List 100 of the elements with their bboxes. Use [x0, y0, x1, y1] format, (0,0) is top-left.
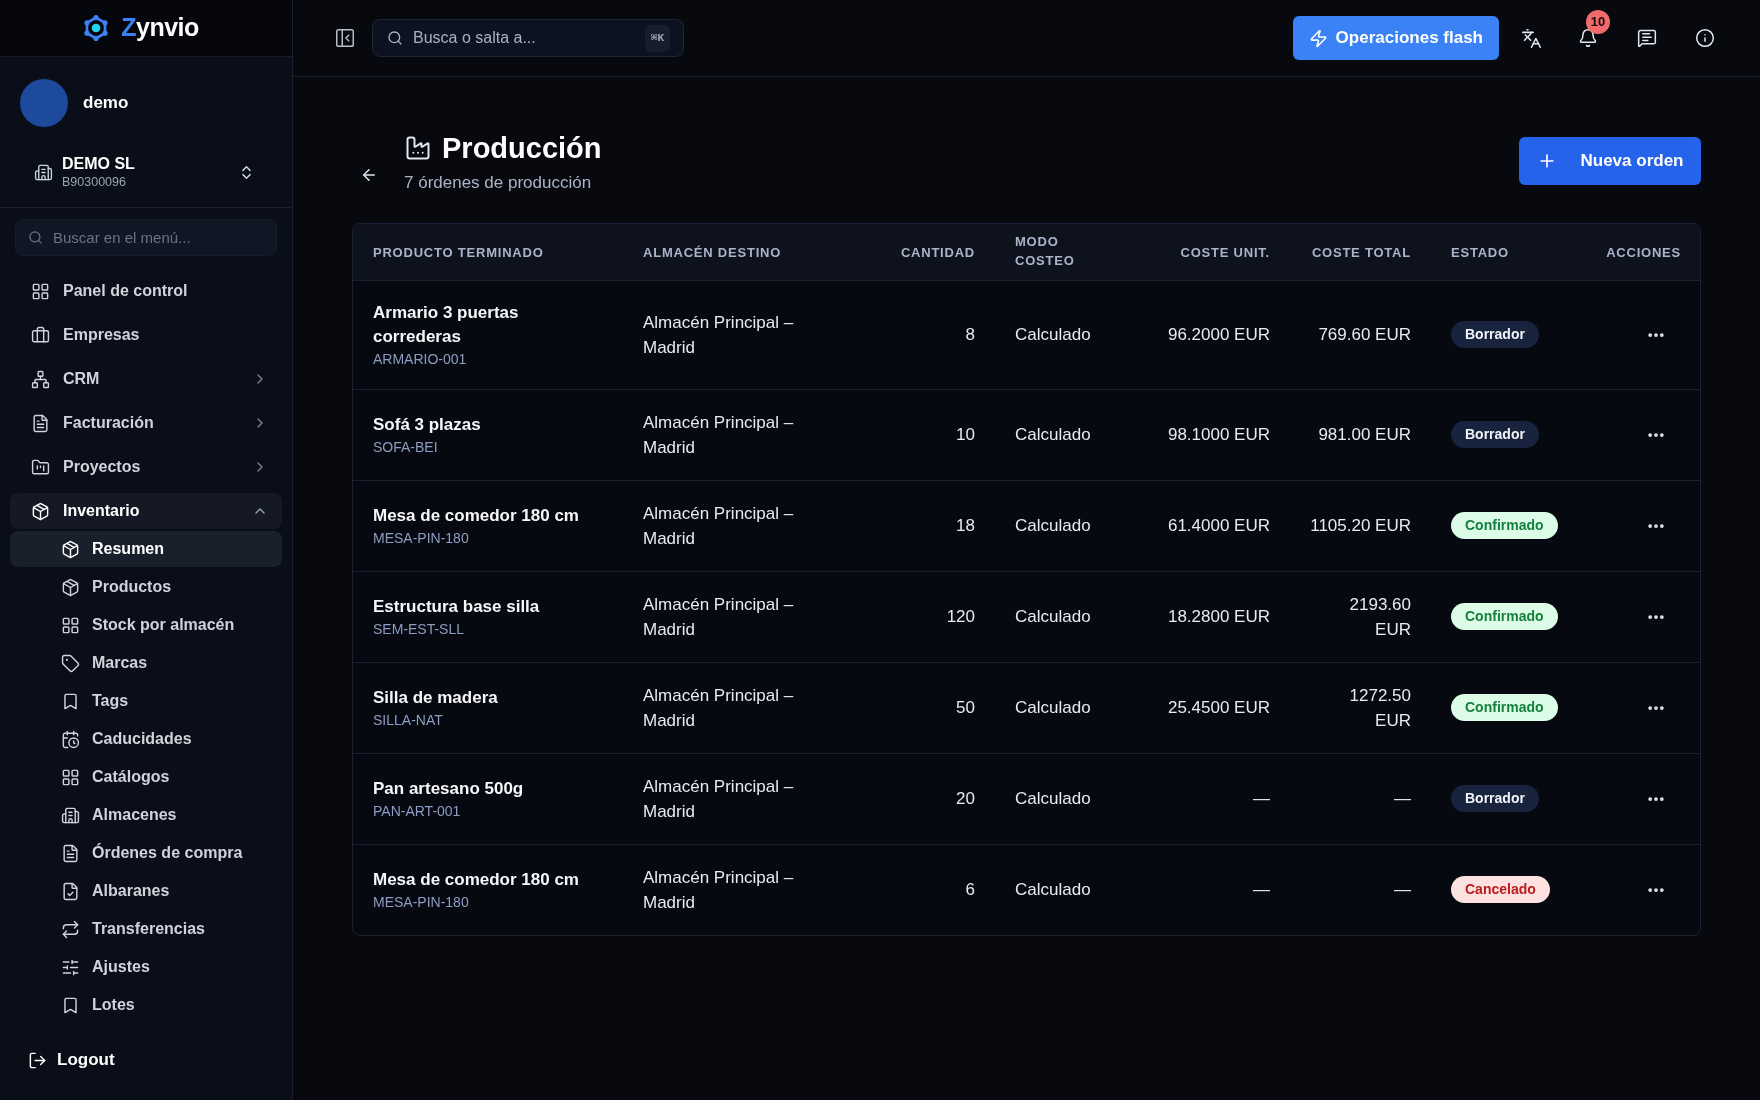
factory-icon — [404, 134, 432, 162]
table-cell: Calculado — [1015, 879, 1091, 899]
nav-item[interactable]: Inventario — [10, 493, 282, 529]
grid-icon — [61, 767, 80, 787]
table-cell: 981.00 EUR — [1318, 425, 1411, 444]
product-name: Pan artesano 500g — [373, 777, 525, 800]
product-name: Silla de madera — [373, 686, 499, 709]
column-header: COSTE UNIT. — [1180, 243, 1270, 262]
nav-item[interactable]: Lotes — [10, 987, 282, 1023]
table-cell-text: Almacén Principal – Madrid — [643, 593, 795, 641]
table-cell: Calculado — [1015, 515, 1091, 535]
table-cell: 8 — [965, 324, 975, 344]
product-sku: MESA-PIN-180 — [373, 892, 470, 912]
column-header: ALMACÉN DESTINO — [643, 243, 782, 262]
status-badge: Borrador — [1451, 785, 1539, 812]
nav-item[interactable]: Tags — [10, 683, 282, 719]
nav-item[interactable]: Stock por almacén — [10, 607, 282, 643]
nav-item[interactable]: Marcas — [10, 645, 282, 681]
product-name: Sofá 3 plazas — [373, 413, 482, 436]
bell-icon[interactable] — [1578, 28, 1598, 48]
building-icon — [61, 805, 80, 825]
nav-item[interactable]: Caducidades — [10, 721, 282, 757]
nav-item[interactable]: Transferencias — [10, 911, 282, 947]
table-cell: 18.2800 EUR — [1167, 607, 1270, 626]
info-icon[interactable] — [1695, 28, 1715, 48]
status-badge: Cancelado — [1451, 876, 1550, 903]
table-cell: 2193.60 EUR — [1349, 594, 1411, 639]
table-cell-text: Almacén Principal – Madrid — [643, 684, 795, 732]
status-badge: Confirmado — [1451, 694, 1558, 721]
calendar-clock-icon — [61, 729, 80, 749]
table-cell: 10 — [956, 424, 975, 444]
notification-badge: 10 — [1586, 10, 1610, 34]
table-cell: — — [1253, 789, 1270, 808]
grid-icon — [61, 615, 80, 635]
menu-search-field[interactable]: Buscar en el menú... — [15, 219, 277, 256]
product-sku: SEM-EST-SLL — [373, 619, 466, 639]
table-cell: 1105.20 EUR — [1310, 516, 1411, 535]
table-cell-text: Almacén Principal – Madrid — [643, 411, 795, 459]
package-icon — [61, 539, 80, 559]
column-header: MODO COSTEO — [1015, 232, 1076, 270]
flash-operations-button[interactable]: Operaciones flash — [1292, 16, 1499, 60]
search-icon — [28, 230, 43, 245]
nav-item[interactable]: Facturación — [10, 405, 282, 441]
nav-item[interactable]: Empresas — [10, 317, 282, 353]
table-cell-text: Almacén Principal – Madrid — [643, 502, 795, 550]
nav-item[interactable]: Almacenes — [10, 797, 282, 833]
product-sku: ARMARIO-001 — [373, 349, 468, 369]
sliders-icon — [61, 957, 80, 977]
column-header: ESTADO — [1451, 243, 1509, 262]
nav-item[interactable]: Órdenes de compra — [10, 835, 282, 871]
column-header: COSTE TOTAL — [1311, 243, 1411, 262]
nav-item[interactable]: CRM — [10, 361, 282, 397]
building-icon — [34, 162, 53, 182]
status-badge: Borrador — [1451, 321, 1539, 348]
page-subtitle: 7 órdenes de producción — [404, 172, 593, 194]
product-name: Estructura base silla — [373, 595, 541, 618]
status-badge: Confirmado — [1451, 603, 1558, 630]
table-cell: Calculado — [1015, 424, 1091, 444]
logout-icon — [28, 1050, 47, 1070]
new-order-button[interactable]: Nueva orden — [1519, 137, 1701, 185]
package-icon — [31, 501, 50, 521]
package-icon — [61, 577, 80, 597]
status-badge: Borrador — [1451, 421, 1539, 448]
table-cell: 120 — [946, 606, 975, 626]
column-header: PRODUCTO TERMINADO — [373, 243, 544, 262]
company-tax-id: B90300096 — [62, 174, 127, 190]
table-cell: 61.4000 EUR — [1167, 516, 1270, 535]
table-cell: Calculado — [1015, 606, 1091, 626]
user-name: demo — [83, 92, 129, 115]
table-cell-text: Almacén Principal – Madrid — [643, 866, 795, 914]
shortcut-key: ⌘K — [644, 25, 670, 52]
nav-item[interactable]: Catálogos — [10, 759, 282, 795]
nav-item[interactable]: Ajustes — [10, 949, 282, 985]
document-icon — [61, 843, 80, 863]
sidebar-toggle-icon[interactable] — [334, 27, 356, 49]
nav-item[interactable]: Albaranes — [10, 873, 282, 909]
message-icon[interactable] — [1637, 28, 1657, 48]
table-cell: Calculado — [1015, 788, 1091, 808]
arrows-icon — [61, 919, 80, 939]
grid-icon — [31, 281, 50, 301]
page-title: Producción — [442, 131, 602, 166]
table-cell: — — [1394, 789, 1411, 808]
network-icon — [31, 369, 50, 389]
avatar — [20, 79, 68, 127]
translate-icon[interactable] — [1521, 27, 1542, 49]
table-cell-text: Almacén Principal – Madrid — [643, 775, 795, 823]
nav-item[interactable]: Proyectos — [10, 449, 282, 485]
status-badge: Confirmado — [1451, 512, 1558, 539]
nav-item[interactable]: Productos — [10, 569, 282, 605]
column-header: CANTIDAD — [900, 243, 975, 262]
tag-icon — [61, 653, 80, 673]
logout-button[interactable]: Logout — [18, 1040, 125, 1080]
table-cell: Calculado — [1015, 697, 1091, 717]
product-sku: MESA-PIN-180 — [373, 528, 470, 548]
company-name: DEMO SL — [62, 154, 136, 174]
nav-item[interactable]: Resumen — [10, 531, 282, 567]
product-name: Armario 3 puertas correderas — [373, 301, 520, 348]
nav-item[interactable]: Panel de control — [10, 273, 282, 309]
product-name: Mesa de comedor 180 cm — [373, 868, 580, 891]
table-cell: 769.60 EUR — [1318, 325, 1411, 344]
